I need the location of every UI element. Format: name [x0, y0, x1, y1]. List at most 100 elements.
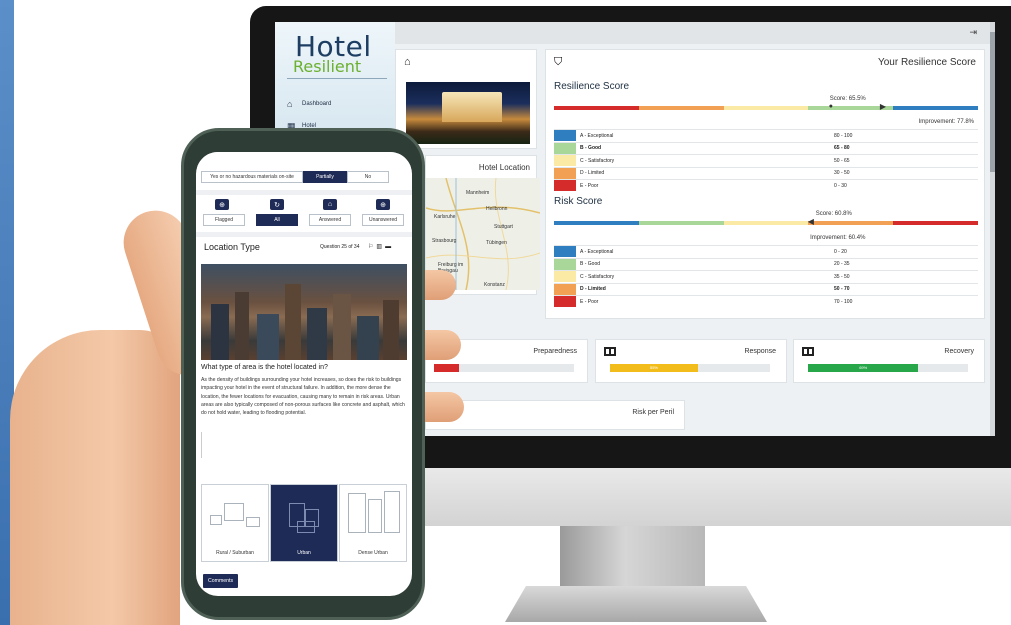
preparedness-title: Preparedness	[533, 348, 577, 355]
map-label: Konstanz	[484, 282, 505, 288]
phone-screen: Yes or no hazardous materials on-site Pa…	[196, 152, 412, 596]
hotel-photo-card: ⌂	[395, 49, 537, 149]
option-rural-suburban[interactable]: Rural / Suburban	[201, 484, 269, 562]
score-bar-segment	[808, 221, 894, 225]
urban-cube-icon	[297, 521, 315, 533]
home-icon: ⌂	[287, 99, 293, 109]
legend-swatch	[554, 246, 576, 257]
legend-row: E - Poor 0 - 30	[554, 179, 978, 191]
refresh-icon[interactable]: ↻	[270, 199, 284, 210]
option-label: Urban	[297, 550, 311, 556]
response-title: Response	[744, 348, 776, 355]
preparedness-fill	[434, 364, 460, 372]
answer-partially-button[interactable]: Partially	[303, 171, 347, 183]
home-icon[interactable]: ⌂	[323, 199, 337, 210]
score-bar-segment	[638, 106, 724, 110]
legend-label: C - Satisfactory	[580, 273, 615, 280]
city-buildings	[211, 284, 399, 360]
hotel-building-shape	[442, 92, 502, 122]
filter-flagged-button[interactable]: Flagged	[203, 214, 245, 226]
section-divider	[196, 190, 412, 195]
map-label: Strasbourg	[432, 238, 457, 244]
legend-swatch	[554, 271, 576, 282]
score-marker-icon: ●	[828, 103, 833, 110]
legend-label: C - Satisfactory	[580, 157, 615, 164]
bank-icon: ⌂	[404, 56, 411, 68]
legend-swatch	[554, 283, 576, 295]
question-text: What type of area is the hotel located i…	[201, 364, 328, 371]
shield-icon: ⛉	[554, 56, 563, 68]
answer-textarea[interactable]	[201, 432, 202, 458]
legend-swatch	[554, 155, 576, 166]
legend-range: 35 - 50	[834, 273, 850, 280]
columns-icon	[604, 347, 616, 356]
preparedness-track	[434, 364, 574, 372]
legend-swatch	[554, 258, 576, 270]
legend-row: C - Satisfactory 35 - 50	[554, 270, 978, 282]
dense-cube-icon	[368, 499, 382, 533]
legend-range: 0 - 30	[834, 182, 847, 189]
legend-row: E - Poor 70 - 100	[554, 295, 978, 307]
score-bar-segment	[893, 221, 978, 225]
flag-icon[interactable]: ⊕	[215, 199, 229, 210]
risk-score-title: Risk Score	[554, 196, 603, 207]
map-label: Tübingen	[486, 240, 507, 246]
map-label: Stuttgart	[494, 224, 513, 230]
phone-status-area	[196, 152, 412, 168]
risk-per-peril-title: Risk per Peril	[632, 409, 674, 416]
dense-cube-icon	[384, 491, 400, 533]
option-label: Rural / Suburban	[216, 550, 254, 556]
rural-cube-icon	[246, 517, 260, 527]
resilience-score-card: ⛉ Your Resilience Score Resilience Score…	[545, 49, 985, 319]
score-bar-segment	[893, 106, 978, 110]
recovery-track: 69%	[808, 364, 968, 372]
legend-range: 0 - 20	[834, 248, 847, 255]
legend-swatch	[554, 296, 576, 307]
logout-icon[interactable]: ⇥	[969, 27, 977, 38]
scrollbar-thumb[interactable]	[990, 32, 995, 172]
monitor-stand	[505, 586, 767, 622]
folder-icon[interactable]: ▬	[385, 244, 394, 250]
resilience-score-value: Score: 65.5%	[829, 96, 866, 102]
recovery-card: Recovery 69%	[793, 339, 985, 383]
option-urban[interactable]: Urban	[270, 484, 338, 562]
option-dense-urban[interactable]: Dense Urban	[339, 484, 407, 562]
sidebar-item-dashboard[interactable]: ⌂ Dashboard	[287, 99, 331, 109]
score-bar-segment	[554, 221, 639, 225]
legend-swatch	[554, 142, 576, 154]
legend-row: A - Exceptional 0 - 20	[554, 245, 978, 257]
score-card-title: Your Resilience Score	[877, 57, 976, 68]
score-bar-segment	[723, 221, 809, 225]
improvement-marker-icon: ▶	[879, 102, 887, 111]
legend-range: 50 - 65	[834, 157, 850, 164]
answer-no-button[interactable]: No	[347, 171, 389, 183]
city-aerial-photo	[201, 264, 407, 360]
filter-all-button[interactable]: All	[256, 214, 298, 226]
map-label: Heilbronn	[486, 206, 508, 212]
question-counter: Question 25 of 34	[320, 244, 360, 250]
scrollbar[interactable]	[990, 22, 995, 436]
resilience-score-title: Resilience Score	[554, 81, 630, 92]
filter-answered-button[interactable]: Answered	[309, 214, 351, 226]
logo-resilient-text: Resilient	[293, 57, 362, 76]
response-track: 55%	[610, 364, 770, 372]
legend-row: B - Good 65 - 80	[554, 141, 978, 154]
option-label: Dense Urban	[358, 550, 388, 556]
hand-arm	[10, 330, 180, 625]
legend-label: E - Poor	[580, 298, 599, 305]
comments-button[interactable]: Comments	[203, 574, 239, 588]
legend-label: A - Exceptional	[580, 248, 614, 255]
legend-swatch	[554, 180, 576, 191]
score-bar-segment	[723, 106, 809, 110]
hotel-location-title: Hotel Location	[478, 163, 530, 172]
legend-label: D - Limited	[580, 170, 605, 176]
filter-unanswered-button[interactable]: Unanswered	[362, 214, 404, 226]
legend-swatch	[554, 130, 576, 141]
score-marker-icon: ◀	[807, 217, 814, 226]
previous-question-text: Yes or no hazardous materials on-site	[201, 171, 303, 183]
circle-arrow-icon[interactable]: ⊕	[376, 199, 390, 210]
legend-label: E - Poor	[580, 182, 599, 189]
legend-row: D - Limited 30 - 50	[554, 166, 978, 179]
book-icon[interactable]: ▥	[376, 244, 385, 250]
score-bar-segment	[638, 221, 724, 225]
